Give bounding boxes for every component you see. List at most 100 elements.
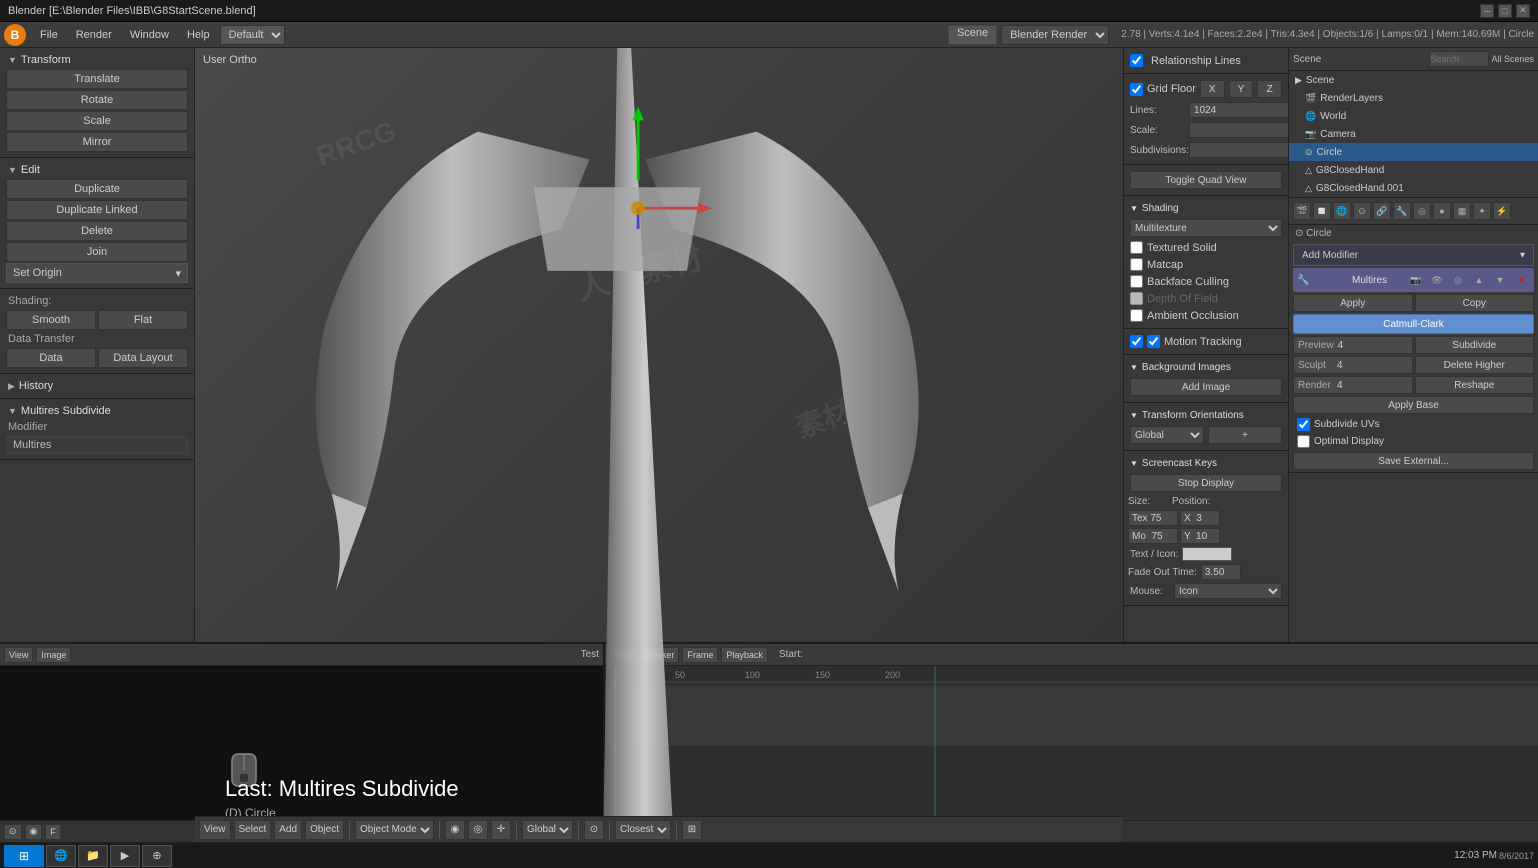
backface-checkbox[interactable] <box>1130 275 1143 288</box>
duplicate-linked-button[interactable]: Duplicate Linked <box>6 200 188 220</box>
edit-header[interactable]: ▼ Edit <box>0 162 194 178</box>
texture-props-icon[interactable]: ▦ <box>1453 202 1471 220</box>
duplicate-button[interactable]: Duplicate <box>6 179 188 199</box>
subdivisions-input[interactable] <box>1189 142 1288 158</box>
scale-input[interactable] <box>1189 122 1288 138</box>
shading-mode-select[interactable]: Multitexture <box>1130 219 1282 237</box>
outliner-scene[interactable]: ▶ Scene <box>1289 71 1538 89</box>
close-button[interactable]: ✕ <box>1516 4 1530 18</box>
matcap-checkbox[interactable] <box>1130 258 1143 271</box>
render-mode-button[interactable]: ◎ <box>468 820 488 840</box>
add-image-button[interactable]: Add Image <box>1130 378 1282 396</box>
delete-higher-button[interactable]: Delete Higher <box>1415 356 1535 374</box>
modifier-eye-btn[interactable]: 👁 <box>1428 271 1446 289</box>
mouse-select[interactable]: Icon <box>1174 583 1282 599</box>
viewport[interactable]: RRCG 人人素材 素材 User Ortho Last: Multires S… <box>195 48 1123 842</box>
data-button[interactable]: Data <box>6 348 96 368</box>
help-menu[interactable]: Help <box>179 27 218 43</box>
physics-props-icon[interactable]: ⚡ <box>1493 202 1511 220</box>
lines-input[interactable] <box>1189 102 1288 118</box>
vp-view-button[interactable]: View <box>199 820 231 840</box>
modifier-props-icon[interactable]: 🔧 <box>1393 202 1411 220</box>
taskbar-chrome[interactable]: ⊕ <box>142 845 172 867</box>
save-external-button[interactable]: Save External... <box>1293 452 1534 470</box>
transform-orient-header[interactable]: ▼ Transform Orientations <box>1124 407 1288 424</box>
history-header[interactable]: ▶ History <box>0 378 194 394</box>
data-props-icon[interactable]: ◎ <box>1413 202 1431 220</box>
fade-out-input[interactable] <box>1201 564 1241 580</box>
stop-display-button[interactable]: Stop Display <box>1130 474 1282 492</box>
outliner-search[interactable] <box>1429 51 1489 67</box>
modifier-field[interactable]: Multires <box>6 436 188 454</box>
scene-props-icon[interactable]: 🔲 <box>1313 202 1331 220</box>
outliner-world[interactable]: 🌐 World <box>1289 107 1538 125</box>
motion-tracking-checkbox[interactable] <box>1130 335 1143 348</box>
img-toolbar-btn2[interactable]: ◉ <box>25 824 43 840</box>
modifier-up-btn[interactable]: ▲ <box>1470 271 1488 289</box>
world-props-icon[interactable]: 🌐 <box>1333 202 1351 220</box>
y-input[interactable] <box>1180 528 1220 544</box>
modifier-render-btn[interactable]: ◎ <box>1449 271 1467 289</box>
scale-button[interactable]: Scale <box>6 111 188 131</box>
x-input[interactable] <box>1180 510 1220 526</box>
rotate-button[interactable]: Rotate <box>6 90 188 110</box>
relationship-checkbox[interactable] <box>1130 54 1143 67</box>
modifier-camera-btn[interactable]: 📷 <box>1407 271 1425 289</box>
ao-checkbox[interactable] <box>1130 309 1143 322</box>
outliner-g8closedhand001[interactable]: △ G8ClosedHand.001 <box>1289 179 1538 197</box>
outliner-g8closedhand[interactable]: △ G8ClosedHand <box>1289 161 1538 179</box>
object-mode-select[interactable]: Object Mode <box>355 820 434 840</box>
data-layout-button[interactable]: Data Layout <box>98 348 188 368</box>
outliner-camera[interactable]: 📷 Camera <box>1289 125 1538 143</box>
particles-props-icon[interactable]: ✦ <box>1473 202 1491 220</box>
delete-button[interactable]: Delete <box>6 221 188 241</box>
taskbar-media[interactable]: ▶ <box>110 845 140 867</box>
flat-button[interactable]: Flat <box>98 310 188 330</box>
y-axis-btn[interactable]: Y <box>1229 80 1254 98</box>
optimal-display-checkbox[interactable] <box>1297 435 1310 448</box>
layers-button[interactable]: ⊞ <box>682 820 702 840</box>
snap-select[interactable]: Closest <box>615 820 671 840</box>
outliner-circle[interactable]: ⊙ Circle <box>1289 143 1538 161</box>
add-orient-button[interactable]: + <box>1208 426 1282 444</box>
object-props-icon[interactable]: ⊙ <box>1353 202 1371 220</box>
vp-add-button[interactable]: Add <box>274 820 302 840</box>
draw-type-button[interactable]: ◉ <box>445 820 465 840</box>
sculpt-field[interactable]: Sculpt 4 <box>1293 356 1413 374</box>
img-image-button[interactable]: Image <box>36 647 71 663</box>
multires-header[interactable]: ▼ Multires Subdivide <box>0 403 194 419</box>
add-modifier-bar[interactable]: Add Modifier ▾ <box>1293 244 1534 266</box>
render-field[interactable]: Render 4 <box>1293 376 1413 394</box>
screencast-header[interactable]: ▼ Screencast Keys <box>1124 455 1288 472</box>
apply-button[interactable]: Apply <box>1293 294 1413 312</box>
modifier-down-btn[interactable]: ▼ <box>1491 271 1509 289</box>
material-props-icon[interactable]: ● <box>1433 202 1451 220</box>
bg-images-header[interactable]: ▼ Background Images <box>1124 359 1288 376</box>
join-button[interactable]: Join <box>6 242 188 262</box>
z-axis-btn[interactable]: Z <box>1257 80 1282 98</box>
motion-tracking-checkbox2[interactable] <box>1147 335 1160 348</box>
orientation-select[interactable]: Global <box>522 820 573 840</box>
textured-solid-checkbox[interactable] <box>1130 241 1143 254</box>
manipulator-button[interactable]: ✛ <box>491 820 511 840</box>
render-engine-select[interactable]: Blender Render <box>1001 25 1109 45</box>
layout-select[interactable]: Default <box>220 25 285 45</box>
subdivide-button[interactable]: Subdivide <box>1415 336 1535 354</box>
minimize-button[interactable]: ─ <box>1480 4 1494 18</box>
render-props-icon[interactable]: 🎬 <box>1293 202 1311 220</box>
shading-header-rp[interactable]: ▼ Shading <box>1124 200 1288 217</box>
translate-button[interactable]: Translate <box>6 69 188 89</box>
mo-input[interactable] <box>1128 528 1178 544</box>
proportional-button[interactable]: ⊙ <box>584 820 604 840</box>
set-origin-dropdown[interactable]: Set Origin ▾ <box>6 263 188 283</box>
window-menu[interactable]: Window <box>122 27 177 43</box>
file-menu[interactable]: File <box>32 27 66 43</box>
mirror-button[interactable]: Mirror <box>6 132 188 152</box>
taskbar-ie[interactable]: 🌐 <box>46 845 76 867</box>
copy-button[interactable]: Copy <box>1415 294 1535 312</box>
smooth-button[interactable]: Smooth <box>6 310 96 330</box>
constraint-props-icon[interactable]: 🔗 <box>1373 202 1391 220</box>
modifier-delete-btn[interactable]: ✕ <box>1512 271 1530 289</box>
catmull-clark-select[interactable]: Catmull-Clark <box>1293 314 1534 334</box>
outliner-renderlayers[interactable]: 🎬 RenderLayers <box>1289 89 1538 107</box>
